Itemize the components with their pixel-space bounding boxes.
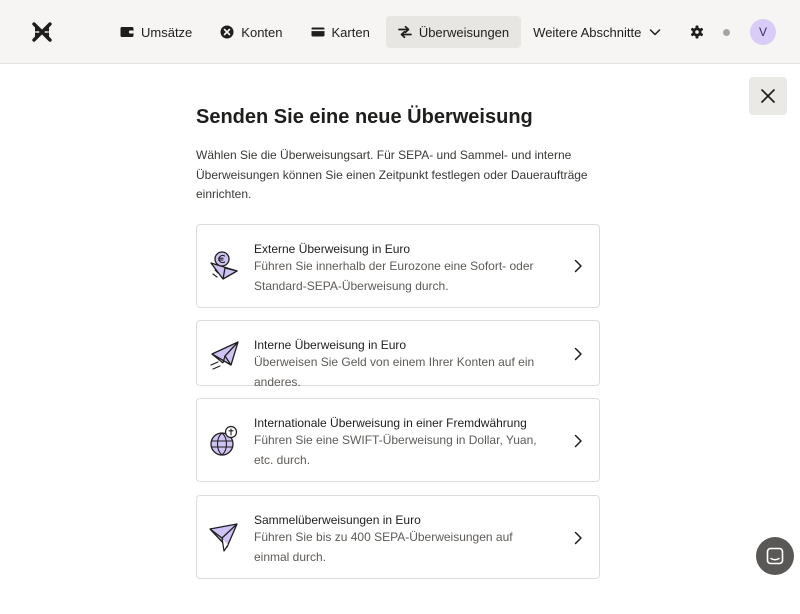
transfer-icon [397,25,412,39]
nav-item-umsaetze[interactable]: Umsätze [108,16,204,48]
nav-item-karten[interactable]: Karten [299,16,382,48]
logo-icon[interactable] [32,22,52,42]
main-nav: Umsätze Konten Karten Überweisungen Weit [108,16,674,48]
chevron-down-icon [650,29,661,36]
nav-item-label: Konten [241,24,283,40]
multi-plane-icon [209,523,238,552]
option-international-transfer[interactable]: Internationale Überweisung in einer Frem… [196,398,600,482]
gear-icon[interactable] [690,25,704,39]
status-indicator [723,29,730,36]
paper-plane-icon [210,341,239,370]
nav-more-label: Weitere Abschnitte [533,24,642,40]
chevron-right-icon [574,259,582,273]
nav-item-label: Karten [331,24,370,40]
chat-icon [766,547,784,565]
transfer-type-section: Senden Sie eine neue Überweisung Wählen … [196,104,600,205]
option-description: Überweisen Sie Geld von einem Ihrer Kont… [254,355,535,389]
option-internal-euro-transfer[interactable]: Interne Überweisung in Euro Überweisen S… [196,320,600,389]
chevron-right-icon [574,531,582,545]
nav-item-label: Überweisungen [418,24,510,40]
chat-support-button[interactable] [756,537,794,575]
nav-item-label: Umsätze [141,24,193,40]
nav-more-sections[interactable]: Weitere Abschnitte [525,16,674,48]
option-external-euro-transfer[interactable]: Externe Überweisung in Euro Führen Sie i… [196,224,600,308]
option-description: Führen Sie innerhalb der Eurozone eine S… [254,259,534,293]
chevron-right-icon [574,434,582,448]
top-navigation-bar: Umsätze Konten Karten Überweisungen Weit [0,0,800,64]
globe-plane-icon [210,425,238,456]
nav-item-konten[interactable]: Konten [208,16,294,48]
option-title: Externe Überweisung in Euro [254,242,411,256]
card-icon [311,27,324,37]
page-title: Senden Sie eine neue Überweisung [196,106,533,128]
option-description: Führen Sie bis zu 400 SEPA-Überweisungen… [254,530,513,564]
option-title: Internationale Überweisung in einer Frem… [254,416,527,430]
close-icon [761,89,775,103]
wallet-icon [120,27,134,37]
chevron-right-icon [574,347,582,361]
avatar[interactable]: V [750,19,776,45]
close-button[interactable] [749,77,787,115]
page-intro: Wählen Sie die Überweisungsart. Für SEPA… [196,148,588,201]
euro-plane-icon [210,251,238,280]
option-description: Führen Sie eine SWIFT-Überweisung in Dol… [254,433,537,467]
option-bulk-transfer[interactable]: Sammelüberweisungen in Euro Führen Sie b… [196,495,600,579]
accounts-icon [220,25,234,39]
option-title: Sammelüberweisungen in Euro [254,513,421,527]
avatar-initial: V [758,25,767,39]
option-title: Interne Überweisung in Euro [254,338,407,352]
nav-item-ueberweisungen[interactable]: Überweisungen [385,16,522,48]
